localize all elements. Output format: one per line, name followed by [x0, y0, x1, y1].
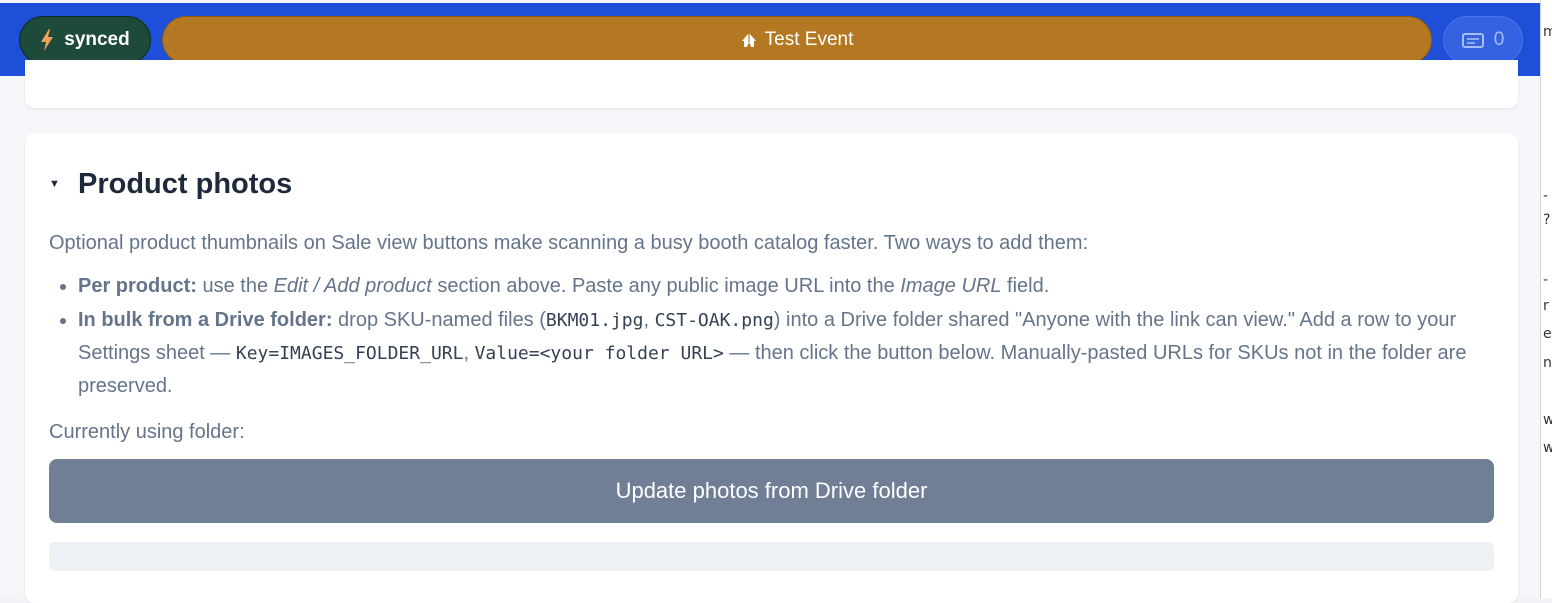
code-sample: Key=IMAGES_FOLDER_URL: [235, 343, 464, 364]
bolt-icon: [41, 29, 54, 51]
previous-section-card: [25, 60, 1518, 108]
list-item-per-product: Per product: use the Edit / Add product …: [78, 270, 1498, 303]
adjacent-window-edge: m - ? - r e n w w: [1540, 0, 1552, 598]
current-folder-label: Currently using folder:: [49, 421, 245, 443]
side-char: r: [1543, 298, 1549, 314]
bullet-text: use the: [196, 275, 274, 297]
tent-icon: [741, 33, 756, 47]
code-sample: Value=<your folder URL>: [474, 343, 724, 364]
code-sample: BKM01.jpg: [545, 310, 644, 331]
cart-icon: [1461, 33, 1484, 48]
caret-down-icon: ▼: [49, 178, 60, 190]
list-item-bulk: In bulk from a Drive folder: drop SKU-na…: [78, 304, 1498, 403]
sync-status-button[interactable]: synced: [19, 16, 151, 64]
bullet-text: drop SKU-named files (: [332, 309, 546, 331]
instructions-list: Per product: use the Edit / Add product …: [49, 270, 1498, 404]
update-photos-button[interactable]: Update photos from Drive folder: [49, 459, 1494, 523]
cart-count: 0: [1493, 29, 1505, 50]
bullet-lead: In bulk from a Drive folder:: [78, 309, 333, 331]
side-char: e: [1543, 326, 1552, 342]
bullet-text: section above. Paste any public image UR…: [431, 275, 901, 297]
bullet-text: ,: [643, 309, 655, 331]
section-toggle[interactable]: ▼ Product photos: [49, 163, 292, 205]
bullet-lead: Per product:: [78, 275, 197, 297]
side-char: w: [1543, 412, 1552, 428]
product-photos-card: ▼ Product photos Optional product thumbn…: [25, 133, 1518, 603]
side-char: w: [1543, 440, 1552, 456]
bullet-text: ,: [463, 342, 475, 364]
side-char: n: [1543, 355, 1552, 371]
event-name-label: Test Event: [764, 29, 854, 50]
intro-text: Optional product thumbnails on Sale view…: [49, 232, 1089, 254]
app: synced Test Event 0 ▼ Product photos Opt…: [0, 0, 1540, 603]
bullet-text: field.: [1001, 275, 1050, 297]
sync-status-label: synced: [64, 29, 130, 50]
bullet-emphasis: Edit / Add product: [273, 275, 432, 297]
side-char: -: [1543, 272, 1549, 288]
bullet-emphasis: Image URL: [900, 275, 1002, 297]
status-area: [49, 542, 1494, 571]
side-char: -: [1543, 188, 1549, 204]
side-char: ?: [1543, 212, 1551, 228]
event-selector-button[interactable]: Test Event: [162, 16, 1432, 64]
section-title: Product photos: [78, 167, 293, 200]
side-char: m: [1543, 24, 1552, 40]
cart-button[interactable]: 0: [1443, 16, 1523, 64]
code-sample: CST-OAK.png: [654, 310, 774, 331]
